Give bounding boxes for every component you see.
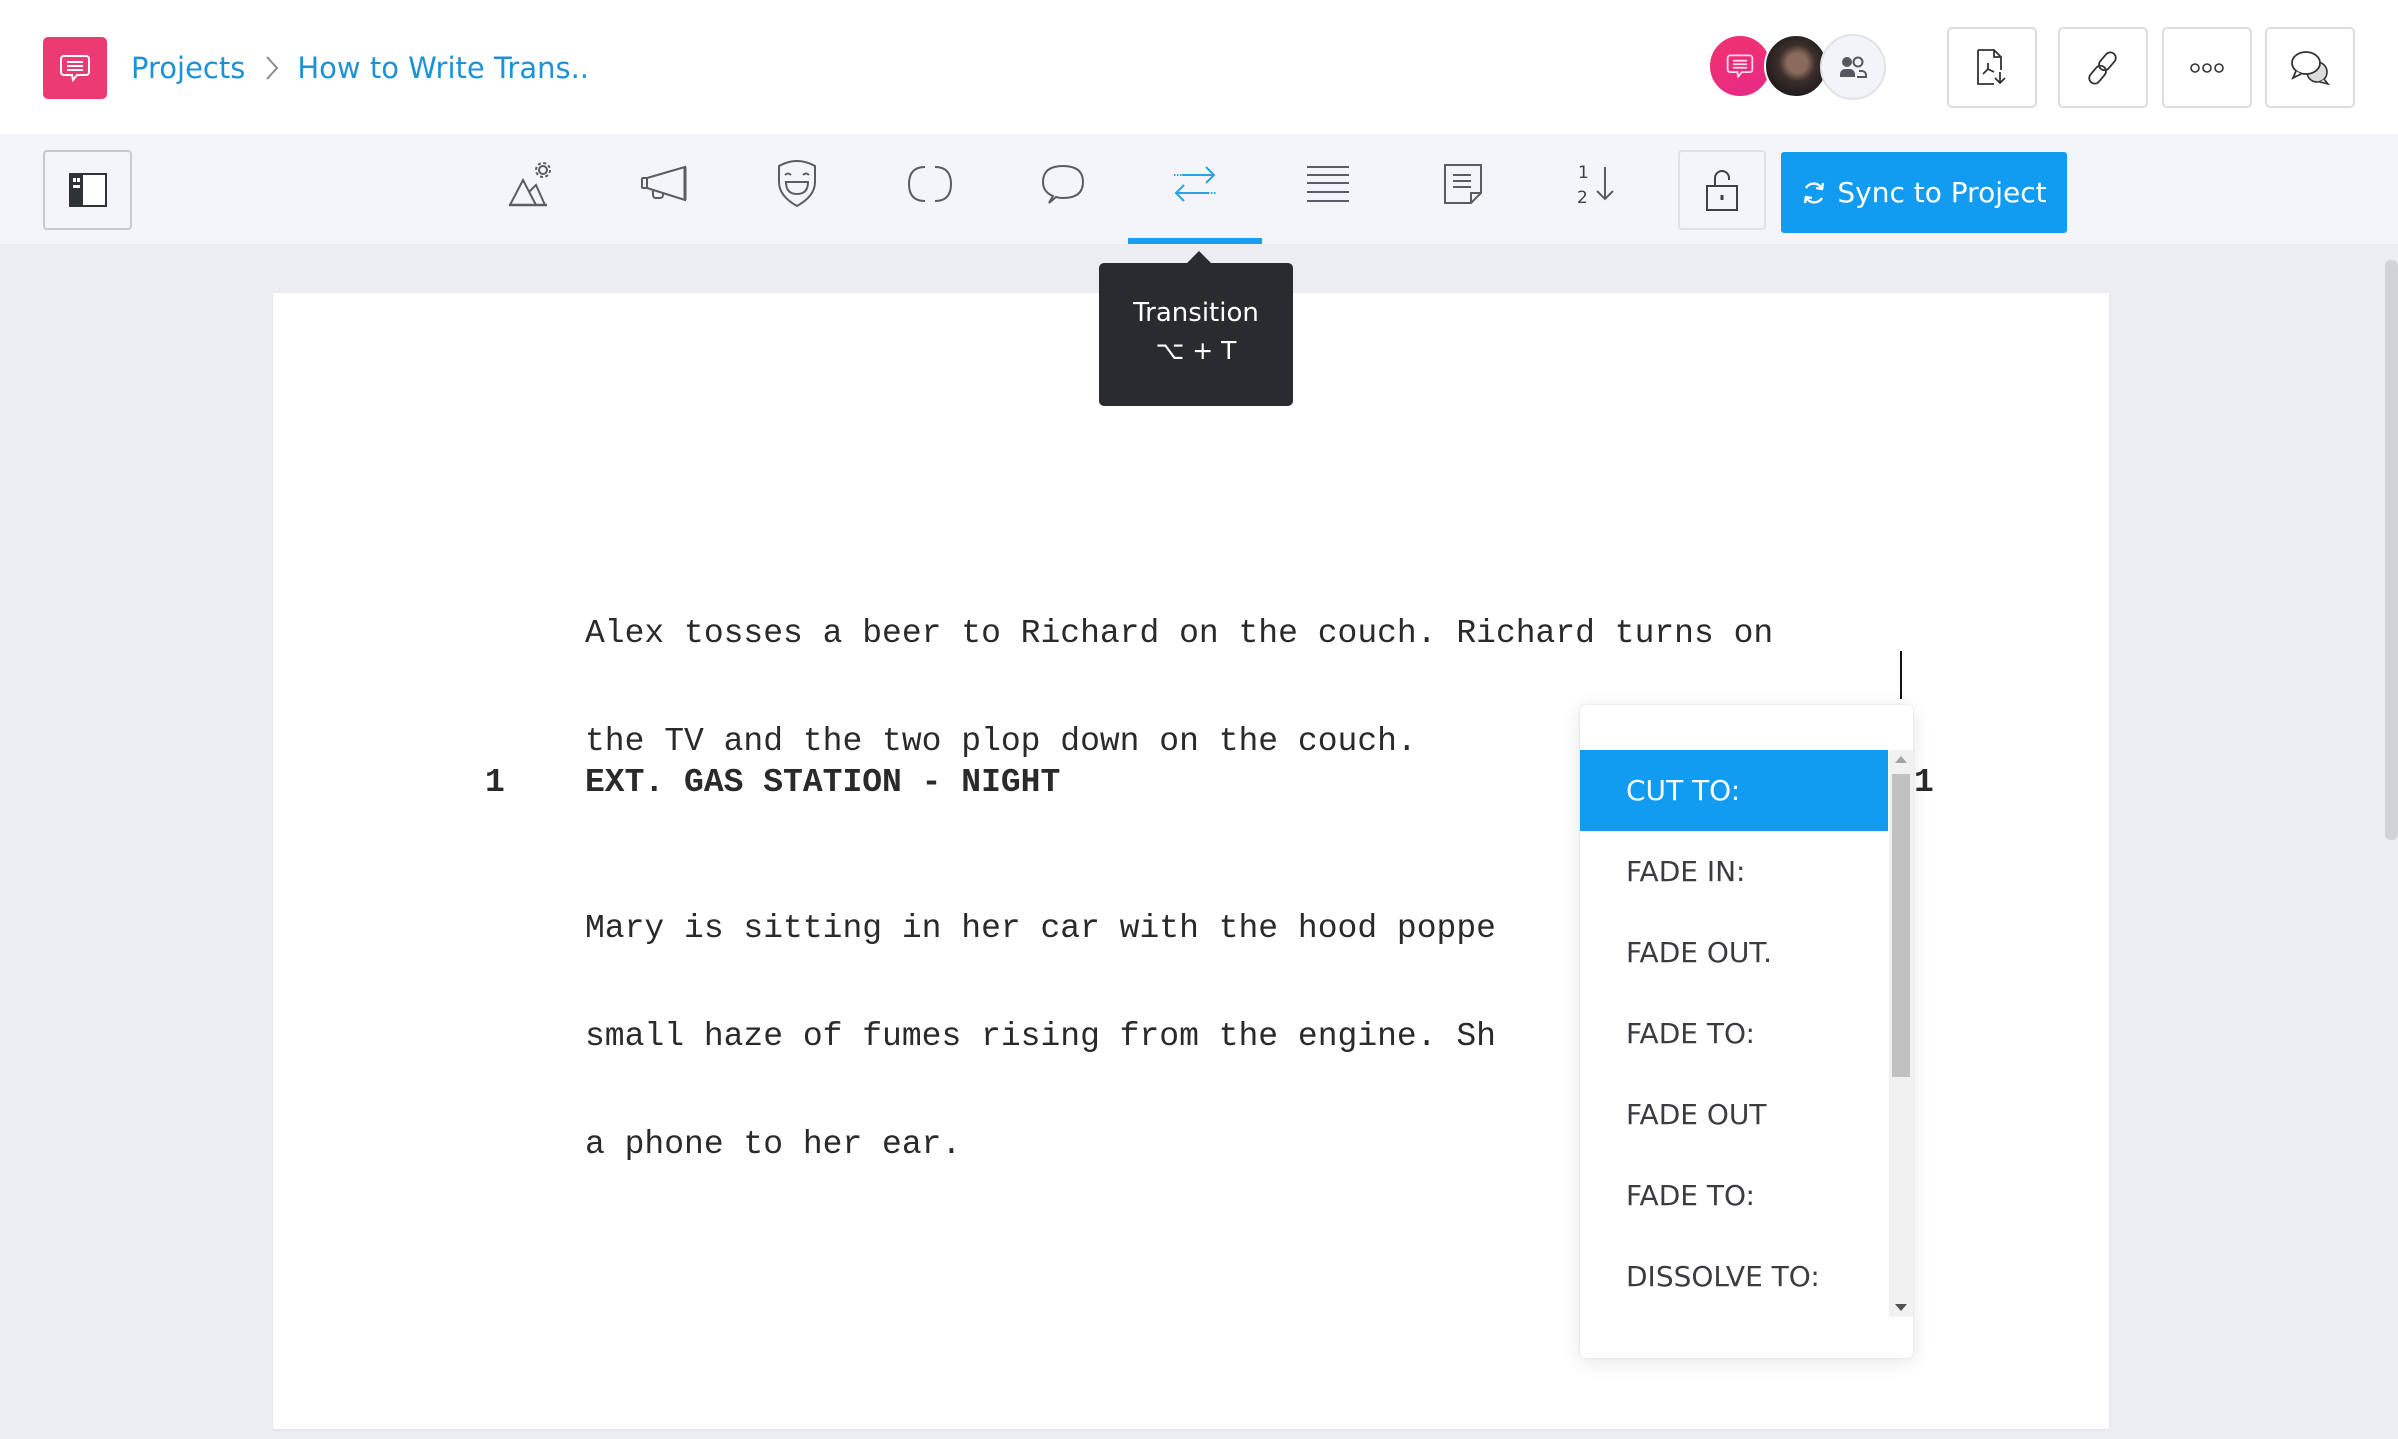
dropdown-scrollbar[interactable] <box>1889 750 1913 1317</box>
more-icon <box>2190 62 2224 73</box>
sync-label: Sync to Project <box>1837 176 2047 209</box>
workspace-scrollbar[interactable] <box>2385 260 2398 840</box>
transition-option[interactable]: FADE TO: <box>1580 993 1888 1074</box>
pdf-download-icon <box>1977 48 2006 85</box>
scene-mountains-icon <box>509 162 551 207</box>
lines-icon <box>1307 166 1349 202</box>
tool-general[interactable] <box>1283 148 1373 220</box>
breadcrumb: Projects How to Write Trans.. <box>131 44 589 92</box>
breadcrumb-projects-link[interactable]: Projects <box>131 51 245 85</box>
action-paragraph-2[interactable]: Mary is sitting in her car with the hood… <box>585 839 1580 1199</box>
chat-logo-icon <box>60 55 90 83</box>
sidebar-toggle-button[interactable] <box>43 150 132 230</box>
lock-toggle-button[interactable] <box>1678 150 1766 230</box>
more-options-button[interactable] <box>2162 27 2252 108</box>
share-link-button[interactable] <box>2058 27 2148 108</box>
chat-logo-icon <box>1726 54 1754 79</box>
breadcrumb-current-project[interactable]: How to Write Trans.. <box>297 51 589 85</box>
action-line: Mary is sitting in her car with the hood… <box>585 910 1496 947</box>
scroll-up-arrow-icon[interactable] <box>1895 756 1907 763</box>
app-logo[interactable] <box>43 37 107 99</box>
tool-parenthetical[interactable] <box>885 148 975 220</box>
transition-tooltip: Transition ⌥ + T <box>1099 251 1293 406</box>
transition-option[interactable]: FADE OUT. <box>1580 912 1888 993</box>
transition-dropdown: CUT TO: FADE IN: FADE OUT. FADE TO: FADE… <box>1580 705 1913 1358</box>
tool-scene-heading[interactable] <box>487 148 577 220</box>
dropdown-scroll-thumb[interactable] <box>1892 774 1910 1077</box>
formatting-toolbar: 1 2 Sync to Project <box>0 134 2398 246</box>
tool-action[interactable] <box>620 148 710 220</box>
text-cursor <box>1900 651 1902 699</box>
speech-bubble-icon <box>1041 164 1085 204</box>
top-bar: Projects How to Write Trans.. <box>0 0 2398 134</box>
export-pdf-button[interactable] <box>1947 27 2037 108</box>
transition-arrows-icon <box>1174 166 1216 202</box>
add-collaborator-button[interactable] <box>1820 34 1886 100</box>
mask-icon <box>778 160 816 208</box>
action-line: a phone to her ear. <box>585 1126 962 1163</box>
tool-scene-numbering[interactable]: 1 2 <box>1552 148 1642 220</box>
scene-number-left: 1 <box>485 764 505 801</box>
tooltip-shortcut: ⌥ + T <box>1155 336 1237 365</box>
user-avatar[interactable] <box>1764 34 1828 98</box>
action-line: small haze of fumes rising from the engi… <box>585 1018 1496 1055</box>
action-line: Alex tosses a beer to Richard on the cou… <box>585 615 1774 652</box>
tool-dialogue[interactable] <box>1018 148 1108 220</box>
sync-icon <box>1804 181 1825 204</box>
transition-option[interactable]: CUT TO: <box>1580 750 1888 831</box>
svg-text:1: 1 <box>1578 163 1589 183</box>
unlock-icon <box>1706 170 1738 211</box>
note-icon <box>1444 164 1482 204</box>
transition-option[interactable]: FADE OUT <box>1580 1074 1888 1155</box>
scroll-down-arrow-icon[interactable] <box>1895 1304 1907 1311</box>
scene-number-right: 1 <box>1914 764 1934 801</box>
numbering-icon: 1 2 <box>1577 163 1614 207</box>
megaphone-icon <box>641 165 687 202</box>
sidebar-panel-icon <box>68 173 107 207</box>
sync-to-project-button[interactable]: Sync to Project <box>1781 152 2067 233</box>
parentheses-icon <box>907 166 953 202</box>
tool-note[interactable] <box>1418 148 1508 220</box>
chevron-right-icon <box>265 55 279 81</box>
transition-option[interactable]: FADE IN: <box>1580 831 1888 912</box>
comments-icon <box>2291 50 2331 85</box>
link-icon <box>2088 50 2117 85</box>
transition-options-list: CUT TO: FADE IN: FADE OUT. FADE TO: FADE… <box>1580 750 1888 1317</box>
app-avatar[interactable] <box>1708 34 1772 98</box>
svg-text:2: 2 <box>1577 188 1588 207</box>
users-icon <box>1840 56 1867 78</box>
scene-heading[interactable]: EXT. GAS STATION - NIGHT <box>585 765 1060 801</box>
tool-character[interactable] <box>752 148 842 220</box>
collaborators <box>1708 34 1888 100</box>
transition-option[interactable]: DISSOLVE TO: <box>1580 1236 1888 1317</box>
comments-button[interactable] <box>2265 27 2355 108</box>
transition-option[interactable]: FADE TO: <box>1580 1155 1888 1236</box>
tooltip-title: Transition <box>1133 298 1259 328</box>
tool-transition[interactable] <box>1150 148 1240 220</box>
